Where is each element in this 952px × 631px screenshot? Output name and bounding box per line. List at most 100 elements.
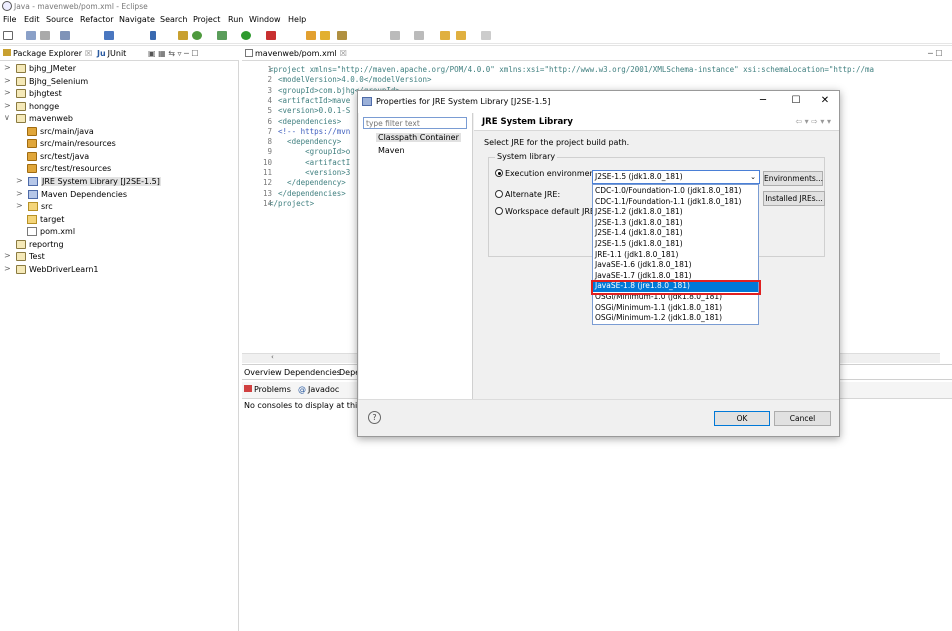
next-annotation-icon[interactable]: [390, 31, 400, 40]
explorer-view-controls[interactable]: ▣ ▦ ⇆ ▿ ─ ☐: [148, 49, 199, 58]
chevron-right-icon[interactable]: >: [4, 101, 11, 110]
editor-view-controls[interactable]: ─ ☐: [928, 49, 943, 58]
chevron-right-icon[interactable]: >: [4, 63, 11, 72]
tree-item[interactable]: > src: [0, 201, 239, 213]
radio-icon[interactable]: [495, 207, 503, 215]
tree-item[interactable]: > Bjhg_Selenium: [0, 76, 239, 88]
nav-classpath-container[interactable]: Classpath Container: [376, 133, 461, 142]
dropdown-option[interactable]: JavaSE-1.6 (jdk1.8.0_181): [593, 260, 758, 271]
maximize-button[interactable]: ☐: [789, 95, 803, 107]
dropdown-option[interactable]: JRE-1.1 (jdk1.8.0_181): [593, 250, 758, 261]
chevron-right-icon[interactable]: >: [4, 76, 11, 85]
search-tool-icon[interactable]: [337, 31, 347, 40]
tree-item[interactable]: pom.xml: [0, 226, 239, 238]
history-nav-icons[interactable]: ⇦ ▾ ⇨ ▾ ▾: [795, 117, 831, 126]
dropdown-option[interactable]: J2SE-1.4 (jdk1.8.0_181): [593, 228, 758, 239]
radio-selected-icon[interactable]: [495, 169, 503, 177]
close-button[interactable]: ✕: [818, 95, 832, 107]
dropdown-option[interactable]: OSGi/Minimum-1.2 (jdk1.8.0_181): [593, 313, 758, 324]
execution-environment-select[interactable]: J2SE-1.5 (jdk1.8.0_181) ⌄: [592, 170, 760, 184]
toggle-mark-icon[interactable]: [150, 31, 156, 40]
filter-input[interactable]: [363, 117, 467, 129]
close-icon[interactable]: ☒: [85, 49, 92, 58]
tab-overview[interactable]: Overview: [244, 368, 282, 377]
tree-item[interactable]: > WebDriverLearn1: [0, 264, 239, 276]
tree-item[interactable]: src/main/resources: [0, 138, 239, 150]
radio-workspace-default[interactable]: Workspace default JRE (j: [495, 207, 603, 216]
chevron-right-icon[interactable]: >: [16, 176, 23, 185]
ok-button[interactable]: OK: [714, 411, 770, 426]
nav-maven[interactable]: Maven: [376, 146, 407, 155]
tree-item[interactable]: target: [0, 214, 239, 226]
tree-item[interactable]: reportng: [0, 239, 239, 251]
terminal-icon[interactable]: [104, 31, 114, 40]
tab-problems[interactable]: Problems: [244, 385, 291, 394]
tree-item[interactable]: src/test/resources: [0, 163, 239, 175]
tree-item[interactable]: > bjhgtest: [0, 88, 239, 100]
tab-junit[interactable]: Ju JUnit: [97, 49, 126, 58]
menu-search[interactable]: Search: [160, 15, 187, 24]
save-all-icon[interactable]: [40, 31, 50, 40]
chevron-right-icon[interactable]: >: [4, 88, 11, 97]
prev-annotation-icon[interactable]: [414, 31, 424, 40]
radio-icon[interactable]: [495, 190, 503, 198]
source-folder-icon: [27, 139, 37, 149]
tab-package-explorer[interactable]: Package Explorer ☒: [3, 49, 92, 58]
last-edit-icon[interactable]: [440, 31, 450, 40]
debug-icon[interactable]: [217, 31, 227, 40]
tab-pom-xml[interactable]: mavenweb/pom.xml ☒: [245, 49, 347, 58]
menu-window[interactable]: Window: [249, 15, 281, 24]
package-icon[interactable]: [178, 31, 188, 40]
dropdown-option[interactable]: OSGi/Minimum-1.1 (jdk1.8.0_181): [593, 303, 758, 314]
save-icon[interactable]: [26, 31, 36, 40]
external-tools-icon[interactable]: [266, 31, 276, 40]
tab-javadoc[interactable]: @ Javadoc: [298, 385, 339, 394]
skip-breakpoints-icon[interactable]: [192, 31, 202, 40]
menu-project[interactable]: Project: [193, 15, 220, 24]
menu-refactor[interactable]: Refactor: [80, 15, 114, 24]
tree-item[interactable]: > Test: [0, 251, 239, 263]
tree-item[interactable]: src/main/java: [0, 126, 239, 138]
environments-button[interactable]: Environments...: [763, 171, 823, 186]
open-task-icon[interactable]: [320, 31, 330, 40]
dropdown-option[interactable]: CDC-1.0/Foundation-1.0 (jdk1.8.0_181): [593, 186, 758, 197]
chevron-right-icon[interactable]: >: [4, 264, 11, 273]
tree-item[interactable]: > Maven Dependencies: [0, 189, 239, 201]
cancel-button[interactable]: Cancel: [774, 411, 831, 426]
menu-file[interactable]: File: [3, 15, 16, 24]
dropdown-option[interactable]: J2SE-1.5 (jdk1.8.0_181): [593, 239, 758, 250]
minimize-button[interactable]: ─: [756, 95, 770, 107]
forward-icon[interactable]: [481, 31, 491, 40]
radio-alternate-jre[interactable]: Alternate JRE:: [495, 190, 560, 199]
run-icon[interactable]: [241, 31, 251, 40]
installed-jres-button[interactable]: Installed JREs...: [763, 191, 825, 206]
close-icon[interactable]: ☒: [340, 49, 347, 58]
new-icon[interactable]: [3, 31, 13, 40]
help-icon[interactable]: ?: [368, 411, 381, 424]
menu-edit[interactable]: Edit: [24, 15, 40, 24]
chevron-down-icon[interactable]: ⌄: [750, 171, 756, 183]
chevron-down-icon[interactable]: ∨: [4, 113, 10, 122]
tab-dependencies[interactable]: Dependencies: [284, 368, 341, 377]
menu-help[interactable]: Help: [288, 15, 306, 24]
menu-run[interactable]: Run: [228, 15, 243, 24]
print-icon[interactable]: [60, 31, 70, 40]
dropdown-option[interactable]: J2SE-1.3 (jdk1.8.0_181): [593, 218, 758, 229]
tree-item[interactable]: > JRE System Library [J2SE-1.5]: [0, 176, 239, 188]
tree-item[interactable]: > bjhg_JMeter: [0, 63, 239, 75]
chevron-right-icon[interactable]: >: [16, 189, 23, 198]
dropdown-option[interactable]: CDC-1.1/Foundation-1.1 (jdk1.8.0_181): [593, 197, 758, 208]
open-type-icon[interactable]: [306, 31, 316, 40]
tree-item[interactable]: ∨ mavenweb: [0, 113, 239, 125]
project-icon: [16, 64, 26, 73]
scroll-left-icon[interactable]: ‹: [271, 353, 274, 361]
chevron-right-icon[interactable]: >: [16, 201, 23, 210]
menu-navigate[interactable]: Navigate: [119, 15, 155, 24]
radio-execution-environment[interactable]: Execution environment:: [495, 169, 600, 178]
tree-item[interactable]: src/test/java: [0, 151, 239, 163]
back-icon[interactable]: [456, 31, 466, 40]
menu-source[interactable]: Source: [46, 15, 73, 24]
tree-item[interactable]: > hongge: [0, 101, 239, 113]
chevron-right-icon[interactable]: >: [4, 251, 11, 260]
dropdown-option[interactable]: J2SE-1.2 (jdk1.8.0_181): [593, 207, 758, 218]
